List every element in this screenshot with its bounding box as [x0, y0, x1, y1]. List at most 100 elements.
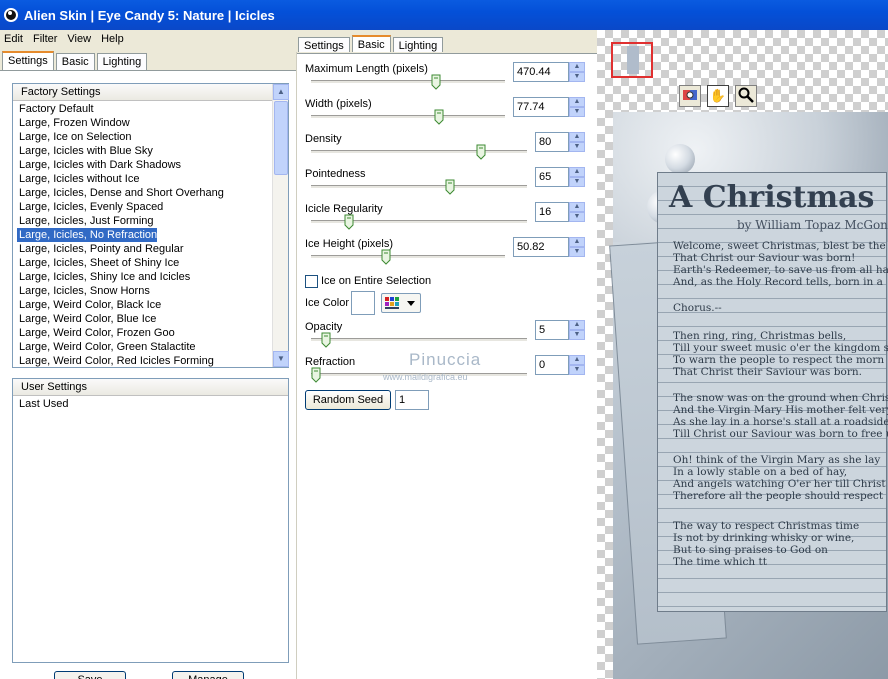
list-item[interactable]: Large, Weird Color, Blue Ice — [17, 312, 270, 326]
spin-down-icon[interactable]: ▼ — [569, 177, 585, 187]
spin-down-icon[interactable]: ▼ — [569, 107, 585, 117]
pointedness-field[interactable]: 65 — [535, 167, 569, 187]
scroll-up-icon[interactable]: ▲ — [273, 84, 289, 100]
max-length-slider-thumb[interactable] — [431, 74, 441, 90]
list-item[interactable]: Factory Default — [17, 102, 270, 116]
list-item[interactable]: Large, Icicles, Just Forming — [17, 214, 270, 228]
pointedness-slider[interactable] — [311, 185, 527, 189]
save-button[interactable]: Save — [54, 671, 126, 679]
color-picker-button[interactable] — [381, 293, 421, 313]
spin-up-icon[interactable]: ▲ — [569, 237, 585, 247]
density-slider-thumb[interactable] — [476, 144, 486, 160]
list-item[interactable]: Large, Icicles without Ice — [17, 172, 270, 186]
factory-list-scrollbar[interactable]: ▲ ▼ — [272, 84, 289, 367]
poem-line: Oh! think of the Virgin Mary as she lay — [673, 454, 881, 466]
list-item[interactable]: Large, Icicles, Sheet of Shiny Ice — [17, 256, 270, 270]
menu-help[interactable]: Help — [97, 33, 128, 45]
max-length-slider[interactable] — [311, 80, 505, 84]
density-spinner[interactable]: ▲ ▼ — [569, 132, 585, 152]
poem-byline: by William Topaz McGon — [737, 218, 888, 232]
list-item[interactable]: Large, Ice on Selection — [17, 130, 270, 144]
spin-down-icon[interactable]: ▼ — [569, 212, 585, 222]
list-item[interactable]: Large, Icicles, Dense and Short Overhang — [17, 186, 270, 200]
list-item[interactable]: Large, Weird Color, Black Ice — [17, 298, 270, 312]
spin-up-icon[interactable]: ▲ — [569, 320, 585, 330]
list-item[interactable]: Large, Icicles with Dark Shadows — [17, 158, 270, 172]
spin-up-icon[interactable]: ▲ — [569, 97, 585, 107]
max-length-spinner[interactable]: ▲ ▼ — [569, 62, 585, 82]
ice-color-swatch[interactable] — [351, 291, 375, 315]
width-spinner[interactable]: ▲ ▼ — [569, 97, 585, 117]
compare-preview-icon[interactable] — [679, 85, 701, 107]
spin-up-icon[interactable]: ▲ — [569, 355, 585, 365]
user-settings-list[interactable]: User Settings Last Used — [12, 378, 289, 663]
spin-down-icon[interactable]: ▼ — [569, 142, 585, 152]
list-item[interactable]: Large, Weird Color, Frozen Goo — [17, 326, 270, 340]
list-item[interactable]: Large, Icicles, Pointy and Regular — [17, 242, 270, 256]
poem-line: And, as the Holy Record tells, born in a — [673, 276, 883, 288]
poem-line: And the Virgin Mary His mother felt very — [673, 404, 888, 416]
spin-down-icon[interactable]: ▼ — [569, 247, 585, 257]
pointedness-slider-thumb[interactable] — [445, 179, 455, 195]
menu-edit[interactable]: Edit — [0, 33, 27, 45]
opacity-slider[interactable] — [311, 338, 527, 342]
menu-filter[interactable]: Filter — [29, 33, 61, 45]
opacity-slider-thumb[interactable] — [321, 332, 331, 348]
ice-height-slider-thumb[interactable] — [381, 249, 391, 265]
list-item[interactable]: Large, Icicles, No Refraction — [17, 228, 157, 242]
ice-height-slider[interactable] — [311, 255, 505, 259]
scroll-down-icon[interactable]: ▼ — [273, 351, 289, 367]
tab-lighting[interactable]: Lighting — [96, 53, 148, 71]
ice-height-spinner[interactable]: ▲ ▼ — [569, 237, 585, 257]
spin-up-icon[interactable]: ▲ — [569, 62, 585, 72]
density-slider[interactable] — [311, 150, 527, 154]
ice-color-label: Ice Color — [305, 297, 350, 309]
poem-line: Chorus.-- — [673, 302, 722, 314]
random-seed-button[interactable]: Random Seed — [305, 390, 391, 410]
poem-line: The snow was on the ground when Christ — [673, 392, 888, 404]
opacity-field[interactable]: 5 — [535, 320, 569, 340]
list-item[interactable]: Large, Icicles, Shiny Ice and Icicles — [17, 270, 270, 284]
tab-settings[interactable]: Settings — [2, 51, 54, 72]
width-slider-thumb[interactable] — [434, 109, 444, 125]
factory-settings-list[interactable]: Factory Settings Factory Default Large, F… — [12, 83, 289, 368]
preview-pane[interactable]: ✋ A Christmas by William Topaz McGon Wel… — [597, 30, 888, 679]
spin-up-icon[interactable]: ▲ — [569, 132, 585, 142]
list-item[interactable]: Large, Icicles, Evenly Spaced — [17, 200, 270, 214]
spin-down-icon[interactable]: ▼ — [569, 72, 585, 82]
list-item[interactable]: Large, Weird Color, Red Icicles Forming — [17, 354, 270, 368]
menu-view[interactable]: View — [63, 33, 95, 45]
spin-up-icon[interactable]: ▲ — [569, 202, 585, 212]
refraction-slider-thumb[interactable] — [311, 367, 321, 383]
spin-up-icon[interactable]: ▲ — [569, 167, 585, 177]
opacity-spinner[interactable]: ▲ ▼ — [569, 320, 585, 340]
list-item[interactable]: Last Used — [17, 397, 270, 411]
scroll-thumb[interactable] — [274, 101, 288, 175]
width-slider[interactable] — [311, 115, 505, 119]
ice-height-field[interactable]: 50.82 — [513, 237, 569, 257]
poem-line: Earth's Redeemer, to save us from all ha — [673, 264, 888, 276]
navigator-thumbnail[interactable] — [611, 42, 653, 78]
spin-down-icon[interactable]: ▼ — [569, 365, 585, 375]
density-field[interactable]: 80 — [535, 132, 569, 152]
list-item[interactable]: Large, Frozen Window — [17, 116, 270, 130]
spin-down-icon[interactable]: ▼ — [569, 330, 585, 340]
refraction-spinner[interactable]: ▲ ▼ — [569, 355, 585, 375]
ice-entire-checkbox[interactable] — [305, 275, 318, 288]
list-item[interactable]: Large, Icicles with Blue Sky — [17, 144, 270, 158]
max-length-field[interactable]: 470.44 — [513, 62, 569, 82]
width-field[interactable]: 77.74 — [513, 97, 569, 117]
list-item[interactable]: Large, Weird Color, Green Stalactite — [17, 340, 270, 354]
regularity-slider-thumb[interactable] — [344, 214, 354, 230]
list-item[interactable]: Large, Icicles, Snow Horns — [17, 284, 270, 298]
refraction-field[interactable]: 0 — [535, 355, 569, 375]
pointedness-spinner[interactable]: ▲ ▼ — [569, 167, 585, 187]
watermark-site: www.maildigrafica.eu — [383, 372, 468, 382]
zoom-tool-icon[interactable] — [735, 85, 757, 107]
tab-basic[interactable]: Basic — [55, 53, 95, 71]
hand-tool-icon[interactable]: ✋ — [707, 85, 729, 107]
regularity-spinner[interactable]: ▲ ▼ — [569, 202, 585, 222]
manage-button[interactable]: Manage — [172, 671, 244, 679]
random-seed-field[interactable]: 1 — [395, 390, 429, 410]
regularity-field[interactable]: 16 — [535, 202, 569, 222]
